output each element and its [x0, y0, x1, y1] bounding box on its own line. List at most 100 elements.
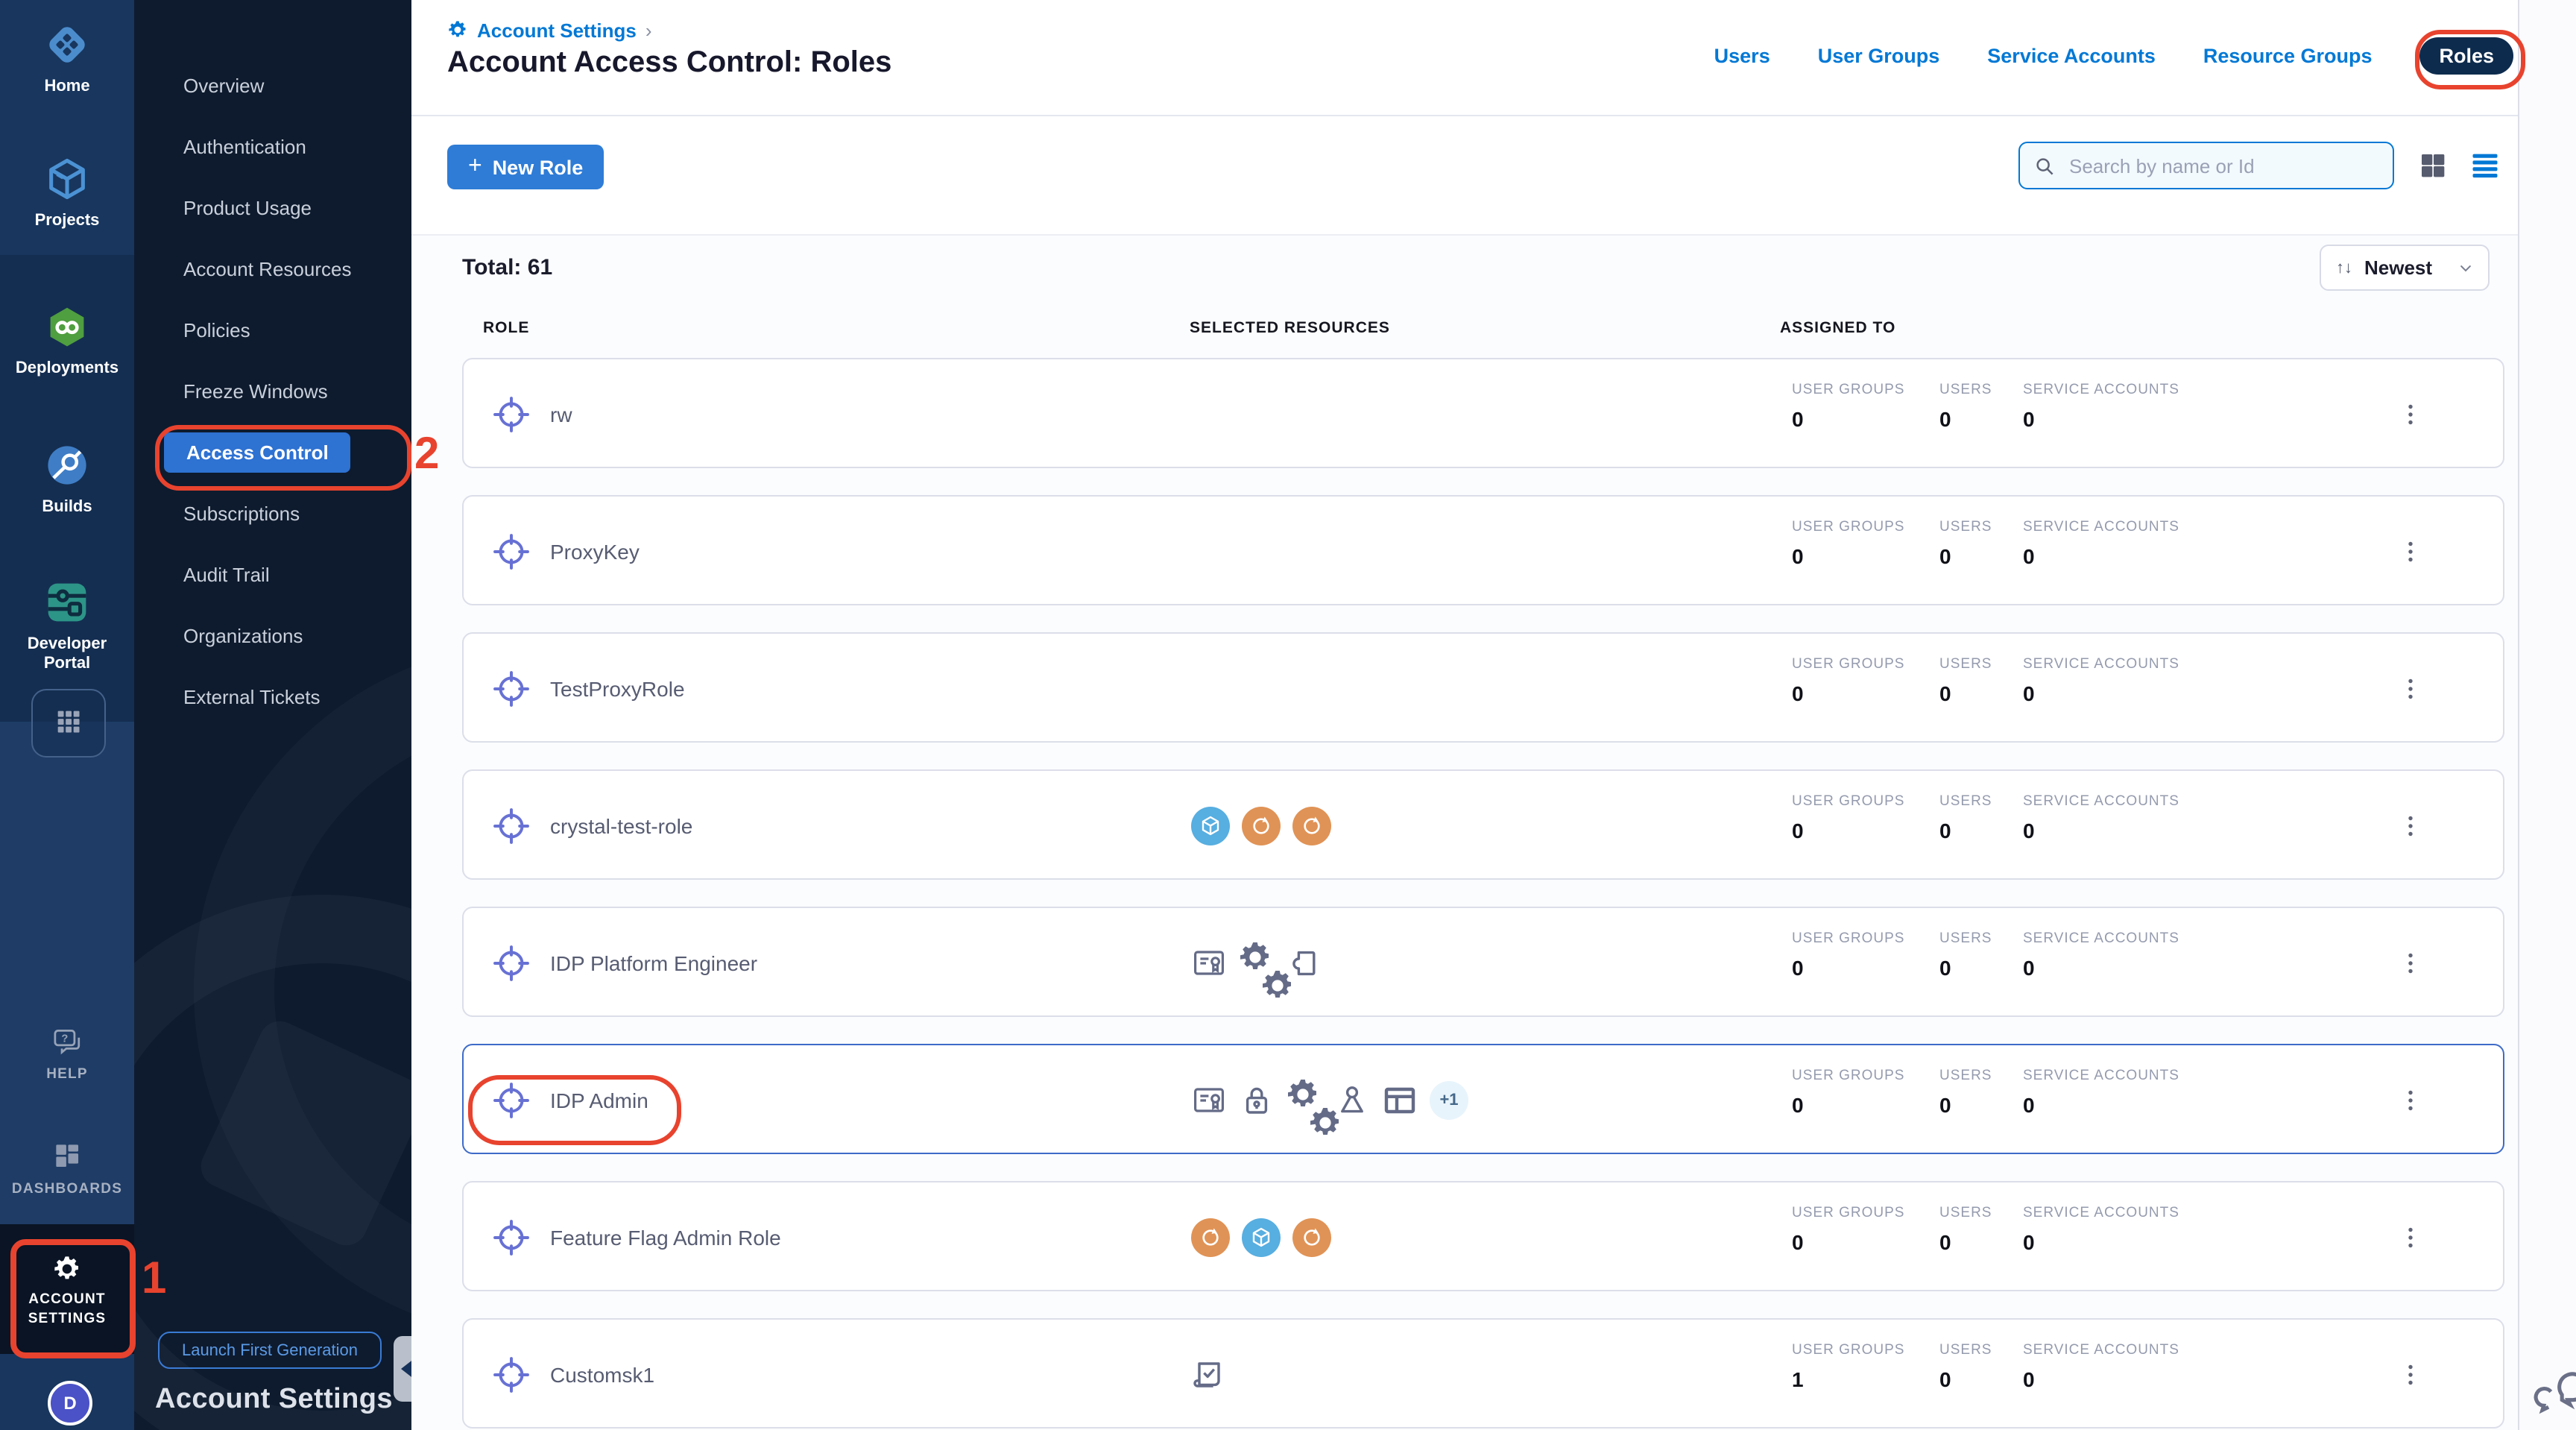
nav-tab-resource-groups[interactable]: Resource Groups [2203, 45, 2373, 67]
right-gutter [2518, 0, 2576, 1430]
launch-first-generation-button[interactable]: Launch First Generation [158, 1332, 382, 1369]
assigned-label: SERVICE ACCOUNTS [2023, 382, 2179, 398]
row-menu-button[interactable] [2396, 674, 2425, 704]
nav-tab-service-accounts[interactable]: Service Accounts [1987, 45, 2156, 67]
nav-tab-user-groups[interactable]: User Groups [1818, 45, 1940, 67]
sort-selected-value: Newest [2364, 256, 2446, 279]
sidebar-item-dashboards[interactable]: DASHBOARDS [0, 1179, 134, 1199]
settings-menu-item-account-resources[interactable]: Account Resources [134, 239, 411, 300]
dashboards-icon[interactable] [51, 1139, 83, 1172]
role-name-link[interactable]: Customsk1 [550, 1320, 654, 1430]
role-row-feature-flag-admin-role[interactable]: Feature Flag Admin Role USER GROUPS 0 US… [462, 1181, 2504, 1291]
role-name-link[interactable]: Feature Flag Admin Role [550, 1182, 781, 1293]
pipelines-icon [1292, 807, 1331, 845]
assigned-value: 0 [1792, 956, 1804, 980]
user-avatar[interactable]: D [48, 1381, 92, 1426]
row-menu-button[interactable] [2396, 948, 2425, 978]
deployments-hexagon-icon[interactable] [43, 304, 91, 352]
settings-menu-item-audit-trail[interactable]: Audit Trail [134, 544, 411, 605]
grid-view-icon[interactable] [2418, 151, 2448, 180]
role-name-link[interactable]: TestProxyRole [550, 634, 685, 744]
sidebar-item-projects[interactable]: Projects [0, 212, 134, 231]
role-crosshair-icon [490, 668, 532, 710]
search-input[interactable] [2066, 153, 2379, 178]
role-row-idp-admin[interactable]: IDP Admin +1 USER GROUPS 0 USERS 0 SERVI… [462, 1044, 2504, 1154]
row-menu-button[interactable] [2396, 400, 2425, 429]
assigned-value: 0 [1939, 407, 1951, 431]
settings-menu-item-product-usage[interactable]: Product Usage [134, 177, 411, 239]
new-role-button[interactable]: + New Role [447, 145, 604, 189]
role-row-customsk1[interactable]: Customsk1 USER GROUPS 1 USERS 0 SERVICE … [462, 1318, 2504, 1429]
breadcrumb-separator: › [645, 19, 652, 41]
settings-menu-item-policies[interactable]: Policies [134, 300, 411, 361]
sidebar-item-help[interactable]: HELP [0, 1065, 134, 1084]
role-name-link[interactable]: ProxyKey [550, 497, 640, 607]
assigned-label: SERVICE ACCOUNTS [2023, 1205, 2179, 1221]
nav-tab-roles[interactable]: Roles [2419, 37, 2513, 75]
role-crosshair-icon [490, 942, 532, 984]
settings-menu-item-external-tickets[interactable]: External Tickets [134, 667, 411, 728]
breadcrumb-account-settings-link[interactable]: Account Settings [477, 19, 637, 41]
certificate-icon [1191, 945, 1227, 981]
assigned-value: 1 [1792, 1367, 1804, 1391]
role-name-link[interactable]: crystal-test-role [550, 771, 692, 881]
assigned-label: USER GROUPS [1792, 793, 1904, 810]
settings-menu-item-freeze-windows[interactable]: Freeze Windows [134, 361, 411, 422]
selected-resources [1191, 1182, 1331, 1293]
column-header-role: ROLE [483, 319, 529, 337]
search-box [2018, 142, 2394, 189]
harness-home-icon[interactable] [43, 21, 91, 69]
sort-dropdown[interactable]: ↑↓ Newest [2320, 245, 2490, 291]
row-menu-button[interactable] [2396, 811, 2425, 841]
gears-icon [1287, 1083, 1322, 1118]
role-row-rw[interactable]: rw USER GROUPS 0 USERS 0 SERVICE ACCOUNT… [462, 358, 2504, 468]
sidebar-item-home[interactable]: Home [0, 78, 134, 97]
row-menu-button[interactable] [2396, 537, 2425, 567]
settings-menu-item-authentication[interactable]: Authentication [134, 116, 411, 177]
assigned-label: USER GROUPS [1792, 930, 1904, 947]
selected-resources: +1 [1191, 1045, 1468, 1156]
assigned-value: 0 [1939, 1093, 1951, 1117]
developer-portal-icon[interactable] [43, 579, 91, 626]
module-grid-button[interactable] [31, 689, 106, 757]
role-row-crystal-test-role[interactable]: crystal-test-role USER GROUPS 0 USERS 0 … [462, 769, 2504, 880]
role-row-idp-platform-engineer[interactable]: IDP Platform Engineer USER GROUPS 0 USER… [462, 907, 2504, 1017]
settings-menu-item-overview[interactable]: Overview [134, 55, 411, 116]
row-menu-button[interactable] [2396, 1086, 2425, 1115]
assigned-label: SERVICE ACCOUNTS [2023, 793, 2179, 810]
role-crosshair-icon [490, 1217, 532, 1259]
person-icon [1334, 1083, 1370, 1118]
role-name-link[interactable]: rw [550, 359, 572, 470]
assigned-value: 0 [1792, 681, 1804, 705]
column-header-assigned-to: ASSIGNED TO [1780, 319, 1895, 337]
settings-menu-item-access-control[interactable]: Access Control [134, 422, 411, 483]
role-row-testproxyrole[interactable]: TestProxyRole USER GROUPS 0 USERS 0 SERV… [462, 632, 2504, 743]
help-icon[interactable]: ? [51, 1026, 83, 1059]
nav-tab-users[interactable]: Users [1714, 45, 1770, 67]
projects-cube-icon[interactable] [43, 155, 91, 203]
settings-menu-item-organizations[interactable]: Organizations [134, 605, 411, 667]
gear-icon [447, 19, 468, 40]
assigned-value: 0 [1792, 819, 1804, 842]
row-menu-button[interactable] [2396, 1360, 2425, 1390]
list-view-icon[interactable] [2469, 149, 2501, 182]
assigned-value: 0 [2023, 956, 2035, 980]
role-name-link[interactable]: IDP Platform Engineer [550, 908, 757, 1018]
role-crosshair-icon [490, 394, 532, 435]
assigned-label: USERS [1939, 1068, 1992, 1084]
assigned-value: 0 [1939, 1367, 1951, 1391]
sidebar-item-account-settings[interactable]: ACCOUNT SETTINGS [0, 1290, 134, 1329]
chat-bubbles-icon[interactable] [2531, 1363, 2576, 1420]
assigned-label: USER GROUPS [1792, 1342, 1904, 1358]
sidebar-item-developer-portal[interactable]: Developer Portal [0, 635, 134, 674]
role-row-proxykey[interactable]: ProxyKey USER GROUPS 0 USERS 0 SERVICE A… [462, 495, 2504, 605]
role-name-link[interactable]: IDP Admin [550, 1045, 648, 1156]
chevron-down-icon [2458, 260, 2473, 275]
sidebar-item-builds[interactable]: Builds [0, 498, 134, 517]
assigned-value: 0 [1792, 1230, 1804, 1254]
settings-menu-item-subscriptions[interactable]: Subscriptions [134, 483, 411, 544]
builds-circle-icon[interactable] [43, 441, 91, 489]
sidebar-item-deployments[interactable]: Deployments [0, 359, 134, 379]
account-settings-gear-icon[interactable] [52, 1254, 82, 1284]
row-menu-button[interactable] [2396, 1223, 2425, 1253]
